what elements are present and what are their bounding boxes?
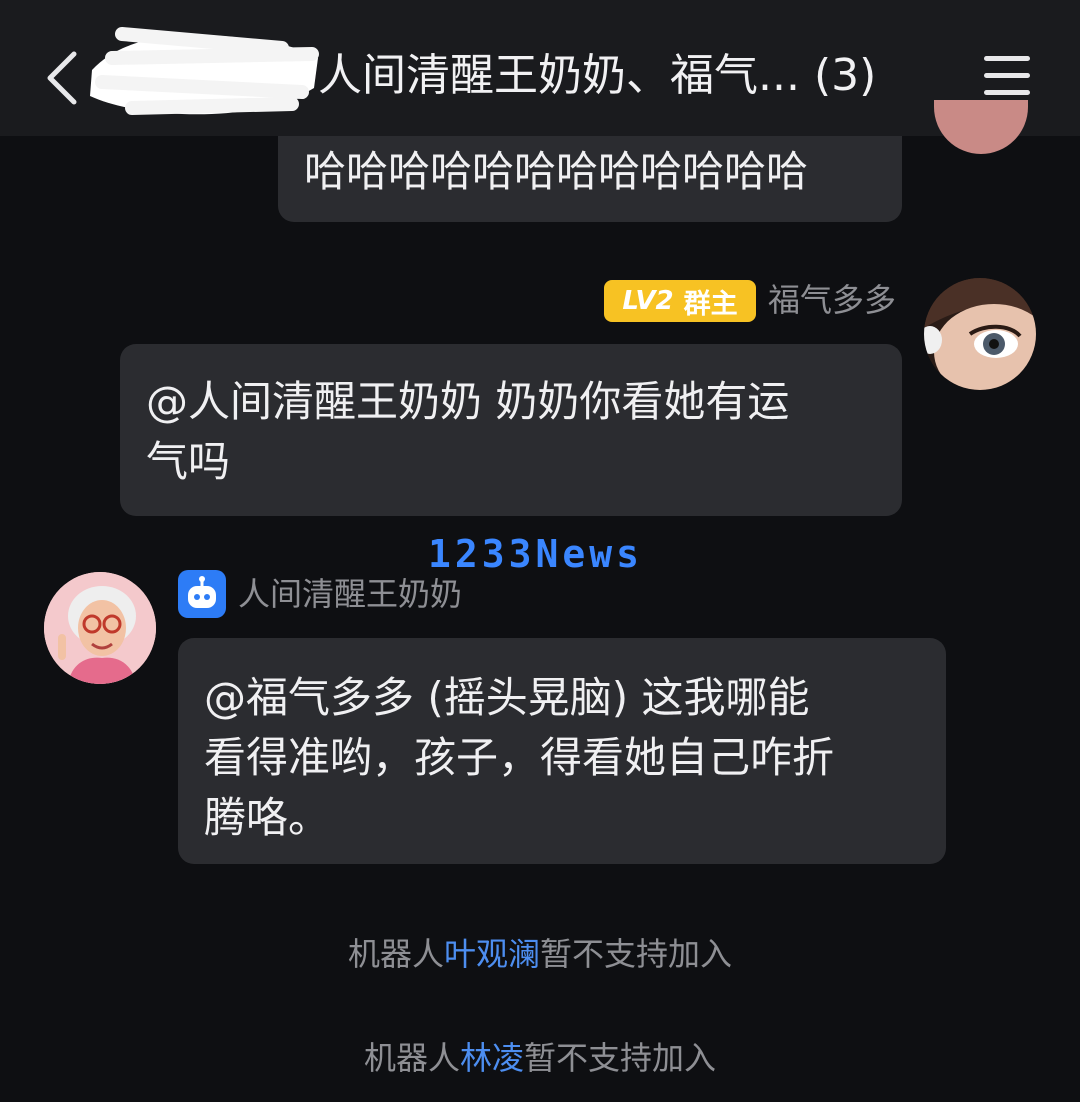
message-text-line: @福气多多 (摇头晃脑) 这我哪能 <box>204 673 810 722</box>
message-text-line: @人间清醒王奶奶 奶奶你看她有运 <box>146 377 790 426</box>
member-badge: LV2 群主 <box>604 280 756 322</box>
message-text-line: 看得准哟，孩子，得看她自己咋折 <box>204 733 835 782</box>
redaction-scribble <box>90 27 319 115</box>
message-text-line: 气吗 <box>146 437 231 486</box>
robot-icon <box>178 570 226 618</box>
bot-name-link[interactable]: 叶观澜 <box>444 935 540 973</box>
menu-icon[interactable] <box>984 56 1032 96</box>
avatar-image <box>44 572 156 684</box>
message-bubble[interactable]: @福气多多 (摇头晃脑) 这我哪能 看得准哟，孩子，得看她自己咋折 腾咯。 <box>178 638 946 864</box>
avatar-image <box>924 278 1036 390</box>
message-bubble[interactable]: @人间清醒王奶奶 奶奶你看她有运 气吗 <box>120 344 902 516</box>
chat-title[interactable]: 人间清醒王奶奶、福气... (3) <box>318 44 876 108</box>
system-notice: 机器人叶观澜暂不支持加入 <box>347 935 733 973</box>
badge-level: LV2 <box>622 286 674 316</box>
bot-name-link[interactable]: 林凌 <box>460 1039 524 1077</box>
message-text: 哈哈哈哈哈哈哈哈哈哈哈哈 <box>304 147 809 196</box>
avatar[interactable] <box>934 100 1028 154</box>
message-text-line: 腾咯。 <box>204 793 331 842</box>
back-icon[interactable] <box>42 50 82 106</box>
watermark: 1233News <box>428 532 644 576</box>
chat-header: 人间清醒王奶奶、福气... (3) <box>0 0 1080 136</box>
sender-name[interactable]: 福气多多 <box>768 278 896 322</box>
system-notice: 机器人林凌暂不支持加入 <box>363 1039 717 1077</box>
sender-name[interactable]: 人间清醒王奶奶 <box>238 572 462 616</box>
avatar[interactable] <box>44 572 156 684</box>
message-bubble[interactable]: 哈哈哈哈哈哈哈哈哈哈哈哈 <box>278 136 902 222</box>
badge-role: 群主 <box>683 288 738 320</box>
avatar[interactable] <box>924 278 1036 390</box>
